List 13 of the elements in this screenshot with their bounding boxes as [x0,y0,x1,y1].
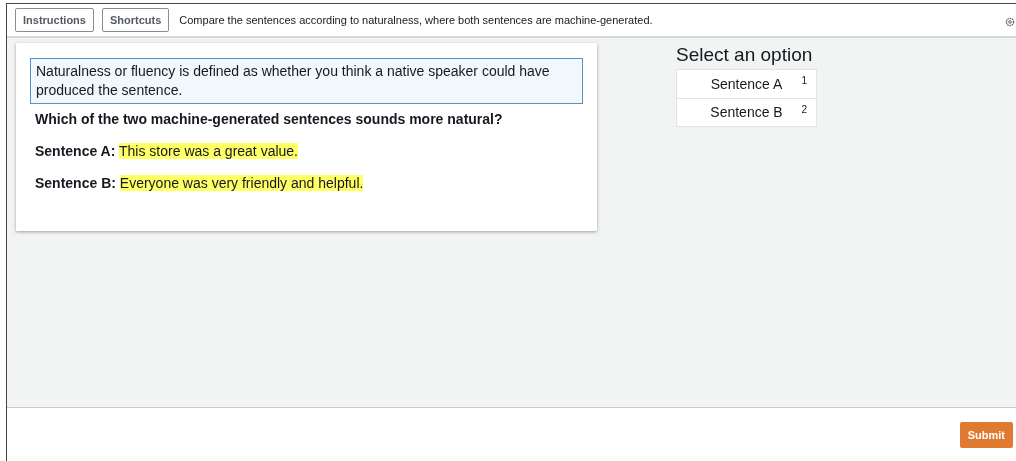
toolbar-button[interactable]: Shortcuts [101,8,170,32]
sentence-line: Sentence A: This store was a great value. [35,142,300,161]
toolbar-button[interactable]: Instructions [15,8,94,32]
definition-box: Naturalness or fluency is defined as whether you think a native speaker could have produced the sentence. [30,58,583,104]
shortcut-number: 2 [801,103,807,117]
option-item[interactable]: Sentence B 2 [677,98,816,126]
settings-icon[interactable] [1005,17,1015,27]
shortcut-number: 1 [801,74,807,88]
sentence-line: Sentence B: Everyone was very friendly and helpful. [35,174,365,193]
task-description: Compare the sentences according to naturalness, where both sentences are machine-generated. [179,12,653,28]
options-title: Select an option [676,44,814,66]
option-item[interactable]: Sentence A 1 [677,70,816,98]
question-text: Which of the two machine-generated sentences sounds more natural? [35,110,504,129]
